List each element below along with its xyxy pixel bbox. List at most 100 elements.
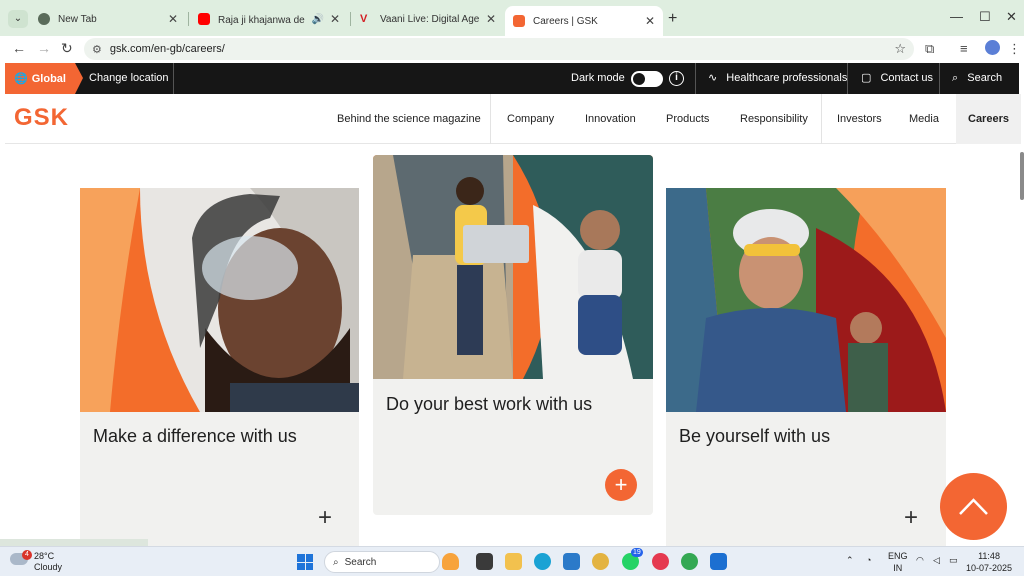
tab-new-tab[interactable]: New Tab ✕ (30, 6, 186, 32)
media-controls-icon[interactable]: ≡ (960, 41, 968, 56)
tray-overflow-chevron-icon[interactable]: ⌃ (846, 555, 854, 566)
pulse-icon: ∿ (708, 72, 718, 84)
expand-plus-icon[interactable]: + (904, 504, 918, 532)
nav-products[interactable]: Products (666, 94, 709, 144)
new-tab-icon[interactable]: + (668, 10, 677, 28)
utility-divider (695, 63, 696, 94)
lang-top: ENG (888, 551, 908, 561)
card-caption: Do your best work with us (386, 394, 593, 414)
taskbar-search-label: Search (344, 556, 377, 568)
media-player-icon[interactable] (652, 553, 669, 570)
wifi-icon[interactable]: ◠ (916, 555, 924, 566)
menu-dots-icon[interactable]: ⋮ (1008, 41, 1021, 57)
volume-icon[interactable]: ◁ (933, 555, 940, 566)
search-icon: ⌕ (333, 556, 339, 568)
card-photo-cyclist (666, 188, 946, 412)
maximize-icon[interactable]: ☐ (979, 9, 991, 25)
dark-mode-toggle[interactable] (631, 71, 663, 87)
vscode-icon[interactable] (563, 553, 580, 570)
search-label: Search (967, 72, 1003, 84)
card-be-yourself[interactable]: Be yourself with us + (666, 188, 946, 546)
close-tab-icon[interactable]: ✕ (645, 14, 655, 28)
system-clock[interactable]: 11:48 10-07-2025 (966, 550, 1012, 574)
gsk-logo[interactable]: GSK (14, 104, 69, 132)
utility-divider (939, 63, 940, 94)
tab-separator (350, 12, 351, 26)
minimize-icon[interactable]: — (950, 9, 963, 24)
change-location-link[interactable]: Change location (89, 63, 169, 94)
forward-icon[interactable]: → (37, 40, 51, 56)
chrome-taskbar-icon[interactable] (592, 553, 609, 570)
global-label: Global (31, 72, 66, 85)
card-do-your-best-work[interactable]: Do your best work with us + (373, 155, 653, 515)
nav-company[interactable]: Company (507, 94, 554, 144)
nav-careers[interactable]: Careers (956, 94, 1021, 144)
nav-divider (490, 94, 491, 144)
weather-temp: 28°C (34, 551, 55, 561)
windows-start-icon[interactable] (297, 554, 313, 570)
main-navigation: GSK Behind the science magazine Company … (5, 94, 1021, 144)
tab-title: Raja ji khajanwa de da | रा... (218, 15, 305, 26)
close-tab-icon[interactable]: ✕ (168, 12, 178, 26)
vaani-icon: V (360, 13, 368, 25)
windows-taskbar: 4 28°C Cloudy ⌕ Search 19 ⌃ ◔ ENG IN ◠ ◁… (0, 546, 1024, 576)
battery-icon[interactable]: ▭ (949, 555, 958, 566)
language-indicator[interactable]: ENG IN (888, 550, 908, 574)
close-tab-icon[interactable]: ✕ (486, 12, 496, 26)
info-icon[interactable]: i (669, 71, 684, 86)
contact-label: Contact us (880, 72, 934, 84)
whatsapp-icon[interactable]: 19 (622, 548, 643, 570)
page-scrollbar-thumb[interactable] (1020, 152, 1024, 200)
bookmark-star-icon[interactable]: ☆ (894, 41, 906, 57)
profile-avatar[interactable] (985, 40, 1000, 55)
utility-divider (847, 63, 848, 94)
back-to-top-button[interactable] (940, 473, 1007, 540)
tab-youtube[interactable]: Raja ji khajanwa de da | रा... 🔊 ✕ (190, 6, 348, 32)
nav-innovation[interactable]: Innovation (585, 94, 636, 144)
url-omnibox[interactable]: ⚙ gsk.com/en-gb/careers/ ☆ (84, 38, 914, 60)
nav-media[interactable]: Media (909, 94, 939, 144)
notification-badge: 4 (22, 550, 32, 560)
search-link[interactable]: ⌕ Search (952, 63, 1002, 94)
gsk-favicon-icon (513, 15, 525, 27)
utility-divider (173, 63, 174, 94)
contact-us-link[interactable]: ▢ Contact us (861, 63, 933, 94)
candle-widget-icon[interactable] (442, 553, 459, 570)
global-location-button[interactable]: 🌐 Global (5, 63, 83, 94)
back-icon[interactable]: ← (12, 40, 26, 56)
task-view-icon[interactable] (476, 553, 493, 570)
nav-investors[interactable]: Investors (837, 94, 882, 144)
close-tab-icon[interactable]: ✕ (330, 12, 340, 26)
card-make-a-difference[interactable]: Make a difference with us + (80, 188, 359, 546)
taskbar-search-box[interactable]: ⌕ Search (324, 551, 440, 573)
reload-icon[interactable]: ↻ (61, 40, 73, 57)
tab-search-dropdown-icon[interactable]: ⌄ (8, 10, 28, 28)
card-caption: Be yourself with us (679, 426, 831, 446)
site-settings-icon[interactable]: ⚙ (92, 43, 102, 56)
card-photo-woman-and-baby (373, 155, 653, 379)
expand-plus-icon[interactable]: + (318, 504, 332, 532)
clock-date: 10-07-2025 (966, 563, 1013, 573)
chrome-profile-icon[interactable] (681, 553, 698, 570)
tab-careers-gsk[interactable]: Careers | GSK ✕ (505, 6, 663, 36)
close-window-icon[interactable]: ✕ (1006, 9, 1017, 25)
lang-bottom: IN (893, 563, 903, 573)
address-bar-row: ← → ↻ ⚙ gsk.com/en-gb/careers/ ☆ ⧉ ≡ ⋮ (0, 36, 1024, 62)
tab-title: New Tab (58, 13, 97, 25)
expand-plus-icon[interactable]: + (605, 469, 637, 501)
nav-behind-the-science[interactable]: Behind the science magazine (337, 94, 481, 144)
extensions-icon[interactable]: ⧉ (925, 41, 934, 57)
dark-mode-label: Dark mode (571, 72, 625, 84)
nav-divider (821, 94, 822, 144)
tab-vaani[interactable]: V Vaani Live: Digital Agency, Web... ✕ (352, 6, 504, 32)
speaker-icon[interactable]: 🔊 (311, 14, 323, 25)
nav-responsibility[interactable]: Responsibility (740, 94, 808, 144)
tab-title: Vaani Live: Digital Agency, Web... (380, 13, 480, 25)
security-icon[interactable]: ◔ (866, 555, 871, 565)
tab-title: Careers | GSK (533, 15, 598, 27)
edge-icon[interactable] (534, 553, 551, 570)
file-explorer-icon[interactable] (505, 553, 522, 570)
healthcare-professionals-link[interactable]: ∿ Healthcare professionals (708, 63, 847, 94)
outlook-icon[interactable] (710, 553, 727, 570)
youtube-icon (198, 13, 210, 25)
